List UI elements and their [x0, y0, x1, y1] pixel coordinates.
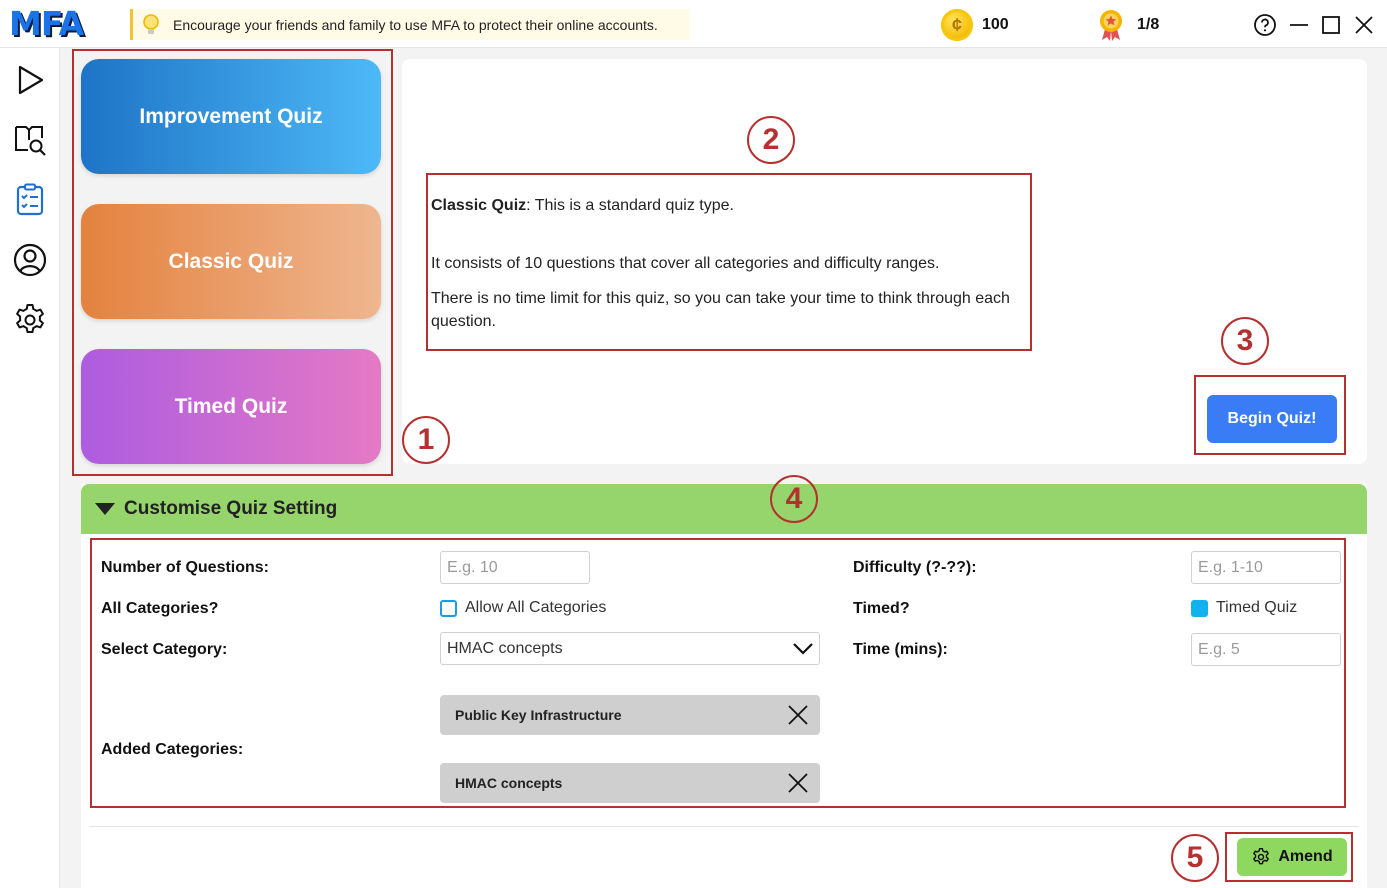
- settings-title: Customise Quiz Setting: [124, 498, 338, 519]
- user-circle-icon[interactable]: [10, 240, 50, 280]
- annotation-box-3: [1194, 375, 1346, 455]
- annotation-box-1: [72, 49, 393, 476]
- play-icon[interactable]: [10, 60, 50, 100]
- achievement-count: 1/8: [1137, 16, 1160, 33]
- tip-text: Encourage your friends and family to use…: [173, 16, 658, 33]
- annotation-badge-2: 2: [747, 116, 795, 164]
- annotation-badge-1: 1: [402, 416, 450, 464]
- maximize-button[interactable]: [1318, 12, 1344, 38]
- coin-icon: ¢: [941, 9, 973, 41]
- annotation-badge-3: 3: [1221, 317, 1269, 365]
- title-bar: MFA Encourage your friends and family to…: [0, 0, 1387, 48]
- annotation-box-4: [90, 538, 1346, 808]
- close-button[interactable]: [1351, 12, 1377, 38]
- book-search-icon[interactable]: [10, 120, 50, 160]
- divider: [90, 826, 1358, 827]
- gear-icon[interactable]: [10, 300, 50, 340]
- annotation-badge-4: 4: [770, 475, 818, 523]
- tip-banner: Encourage your friends and family to use…: [130, 9, 690, 40]
- checklist-icon[interactable]: [10, 180, 50, 220]
- app-logo: MFA: [9, 4, 84, 43]
- medal-icon: [1097, 9, 1125, 41]
- annotation-box-2: [426, 173, 1032, 351]
- lightbulb-icon: [139, 13, 163, 37]
- app-window: MFA Encourage your friends and family to…: [0, 0, 1387, 888]
- sidebar: [0, 48, 60, 888]
- settings-header[interactable]: Customise Quiz Setting: [81, 484, 1367, 534]
- coin-count: 100: [982, 16, 1009, 33]
- minimize-button[interactable]: [1286, 12, 1312, 38]
- annotation-box-5: [1225, 832, 1353, 882]
- help-icon[interactable]: [1252, 12, 1278, 38]
- caret-down-icon: [95, 503, 115, 515]
- annotation-badge-5: 5: [1171, 834, 1219, 882]
